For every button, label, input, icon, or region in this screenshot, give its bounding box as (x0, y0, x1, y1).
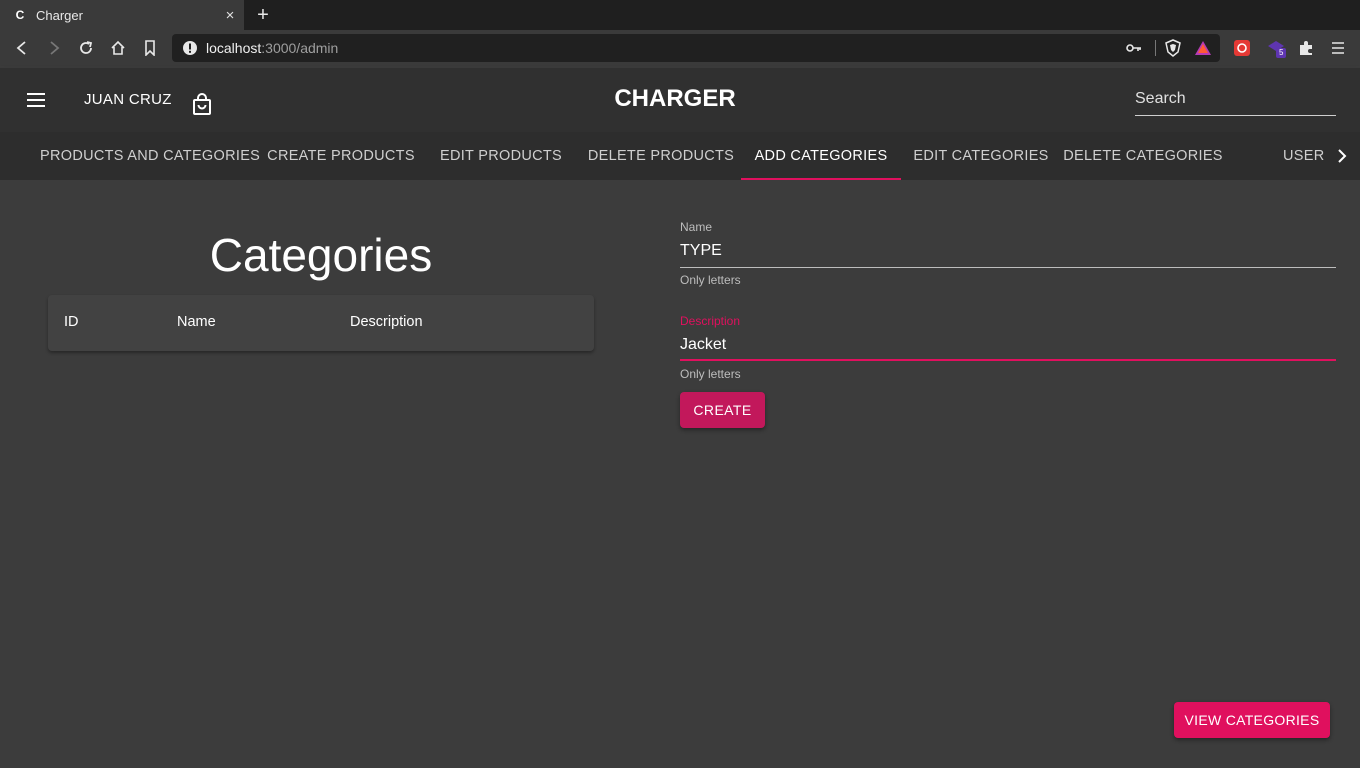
puzzle-icon[interactable] (1296, 38, 1316, 58)
tab-title: Charger (36, 7, 83, 23)
extension-badge-icon[interactable]: 5 (1266, 38, 1287, 58)
categories-title: Categories (209, 229, 433, 281)
key-icon[interactable] (1123, 37, 1145, 59)
new-tab-button[interactable]: + (252, 3, 274, 27)
close-icon[interactable]: × (218, 7, 242, 24)
create-button[interactable]: CREATE (680, 392, 765, 428)
brave-rewards-icon[interactable] (1192, 37, 1214, 59)
tab-edit-products[interactable]: EDIT PRODUCTS (421, 132, 581, 180)
extension-badge: 5 (1276, 48, 1287, 58)
browser-menu-icon[interactable] (1328, 38, 1348, 58)
browser-tab[interactable]: C Charger × (0, 0, 244, 30)
view-categories-button[interactable]: VIEW CATEGORIES (1174, 702, 1330, 738)
tab-products-and-categories[interactable]: PRODUCTS AND CATEGORIES (40, 132, 260, 180)
description-helper-text: Only letters (680, 367, 741, 381)
tab-delete-products[interactable]: DELETE PRODUCTS (581, 132, 741, 180)
bookmark-icon[interactable] (140, 38, 160, 58)
name-field[interactable] (680, 236, 1336, 266)
description-field-underline (680, 359, 1336, 361)
tab-delete-categories[interactable]: DELETE CATEGORIES (1061, 132, 1225, 180)
column-header-description: Description (350, 314, 423, 330)
address-bar-icons (1123, 34, 1220, 62)
search-input[interactable] (1135, 88, 1336, 108)
tab-favicon-icon: C (15, 8, 25, 22)
browser-tabbar: C Charger × + (0, 0, 1360, 30)
categories-table: ID Name Description (48, 295, 594, 351)
search-box (1135, 88, 1336, 116)
divider (1155, 40, 1156, 56)
name-helper-text: Only letters (680, 273, 741, 287)
home-icon[interactable] (108, 38, 128, 58)
tab-create-products[interactable]: CREATE PRODUCTS (262, 132, 420, 180)
name-field-underline (680, 267, 1336, 268)
brave-shield-icon[interactable] (1162, 37, 1184, 59)
column-header-id: ID (64, 314, 79, 330)
description-field[interactable] (680, 330, 1336, 360)
forward-icon[interactable] (44, 38, 64, 58)
back-icon[interactable] (12, 38, 32, 58)
tab-user[interactable]: USER (1268, 132, 1334, 180)
column-header-name: Name (177, 314, 216, 330)
active-tab-indicator (741, 178, 901, 180)
tab-add-categories[interactable]: ADD CATEGORIES (741, 132, 901, 180)
app-header: JUAN CRUZ CHARGER (0, 68, 1360, 132)
reload-icon[interactable] (76, 38, 96, 58)
extension-icon[interactable] (1232, 38, 1252, 58)
description-label: Description (680, 314, 741, 328)
url-host: localhost (206, 40, 262, 56)
address-bar[interactable]: localhost:3000/admin (172, 34, 1220, 62)
name-label: Name (680, 220, 713, 234)
chevron-right-icon[interactable] (1330, 144, 1354, 168)
browser-navbar: localhost:3000/admin 5 (0, 30, 1360, 66)
url-path: :3000/admin (261, 40, 339, 56)
tab-edit-categories[interactable]: EDIT CATEGORIES (901, 132, 1061, 180)
url-text: localhost:3000/admin (206, 40, 338, 56)
admin-tabs: PRODUCTS AND CATEGORIES CREATE PRODUCTS … (0, 132, 1360, 180)
info-icon[interactable] (182, 40, 198, 56)
